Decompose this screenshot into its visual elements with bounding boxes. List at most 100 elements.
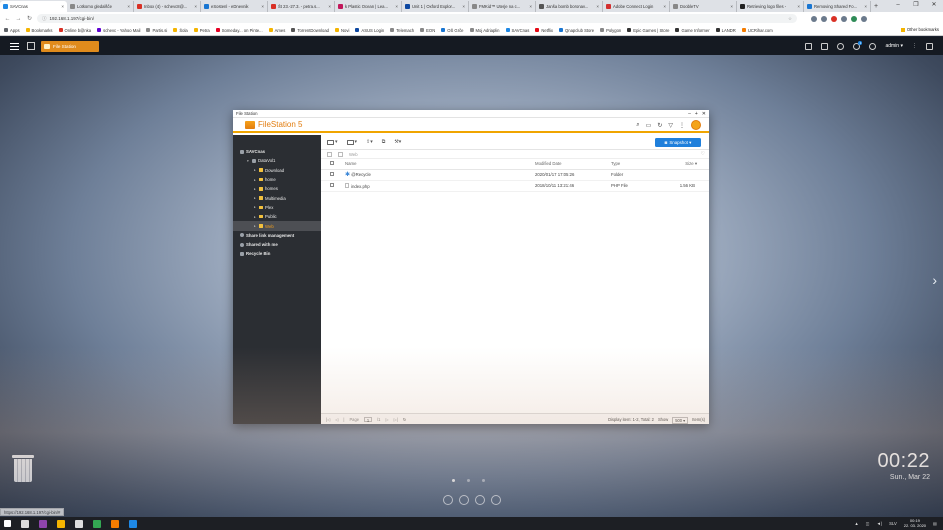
- browser-tab[interactable]: FMKid™ Uterje na c... ×: [469, 1, 536, 12]
- bookmark-item[interactable]: Apps: [4, 28, 20, 33]
- profile-avatar[interactable]: [851, 15, 857, 22]
- row-checkbox[interactable]: [330, 183, 334, 187]
- expand-arrow-icon[interactable]: ▸: [254, 196, 257, 200]
- expand-arrow-icon[interactable]: ▸: [254, 205, 257, 209]
- close-tab-icon[interactable]: ×: [596, 4, 599, 9]
- column-name[interactable]: Name: [345, 159, 535, 170]
- tree-item-homes[interactable]: ▸ homes: [233, 184, 321, 193]
- close-tab-icon[interactable]: ×: [529, 4, 532, 9]
- vlc-icon[interactable]: [111, 519, 119, 528]
- table-row[interactable]: index.php 2018/10/11 13:21:46 PHP File 1.56…: [321, 180, 709, 192]
- filter-icon[interactable]: ▽: [668, 122, 673, 129]
- extension-icon[interactable]: [841, 15, 847, 22]
- browser-tab[interactable]: Lotkomo gledalšče ×: [67, 1, 134, 12]
- bookmark-item[interactable]: Epic Games | Store: [627, 28, 669, 33]
- tree-item-public[interactable]: ▸ Public: [233, 212, 321, 221]
- forward-icon[interactable]: →: [15, 16, 22, 22]
- browser-tab[interactable]: k Plastic Ocean | Lea... ×: [335, 1, 402, 12]
- notification-icon[interactable]: [853, 40, 863, 50]
- start-icon[interactable]: [4, 520, 11, 527]
- other-bookmarks[interactable]: Other bookmarks: [900, 27, 939, 32]
- bookmark-item[interactable]: TorrentDownload: [291, 28, 329, 33]
- browser-tab[interactable]: Unit 1 | Oxford Explor... ×: [402, 1, 469, 12]
- extension-icon[interactable]: [821, 15, 827, 22]
- copy-button[interactable]: ⧉: [382, 139, 386, 145]
- bookmark-item[interactable]: ASUS Login: [355, 28, 384, 33]
- tree-item-multimedia[interactable]: ▸ Multimedia: [233, 193, 321, 202]
- bookmark-item[interactable]: Moj Adriaplin: [469, 28, 500, 33]
- tree-item-savcnas[interactable]: SAVCnas: [233, 147, 321, 156]
- snapshot-button[interactable]: ◙ Snapshot ▾: [655, 138, 701, 147]
- tree-item-home[interactable]: ▸ home: [233, 175, 321, 184]
- tree-item-shared-with-me[interactable]: Shared with me: [233, 240, 321, 249]
- maps-pin-icon[interactable]: [39, 519, 47, 528]
- search-icon[interactable]: [805, 42, 813, 50]
- main-menu-icon[interactable]: [10, 42, 19, 50]
- more-options-icon[interactable]: ⋮: [912, 43, 917, 49]
- refresh-page-icon[interactable]: ↻: [403, 417, 406, 422]
- tree-item-download[interactable]: ▸ Download: [233, 166, 321, 175]
- close-window-button[interactable]: ✕: [925, 0, 943, 10]
- dock-icon[interactable]: [491, 495, 501, 505]
- tree-item-datavol1[interactable]: ▾ DataVol1: [233, 156, 321, 165]
- items-per-page-select[interactable]: 500 ▾: [672, 417, 689, 424]
- page-input[interactable]: 1: [364, 416, 373, 423]
- tree-item-web[interactable]: ▸ Web: [233, 221, 321, 231]
- select-all-checkbox[interactable]: [330, 161, 334, 166]
- close-tab-icon[interactable]: ×: [663, 4, 666, 9]
- volume-icon[interactable]: ◄): [877, 521, 883, 526]
- expand-arrow-icon[interactable]: ▸: [254, 215, 257, 219]
- close-tab-icon[interactable]: ×: [194, 4, 197, 9]
- close-tab-icon[interactable]: ×: [127, 4, 130, 9]
- tray-icon[interactable]: ▲: [855, 521, 859, 526]
- expand-arrow-icon[interactable]: ▸: [254, 178, 257, 182]
- next-page-arrow-icon[interactable]: ›: [932, 272, 937, 288]
- bookmark-item[interactable]: Someday... on Pinte...: [215, 28, 263, 33]
- bookmark-item[interactable]: Partis.si: [146, 28, 167, 33]
- first-page-icon[interactable]: |◁: [326, 417, 330, 422]
- dock-icon[interactable]: [475, 495, 485, 505]
- page-dot[interactable]: [467, 479, 470, 482]
- bookmark-item[interactable]: Petra: [193, 28, 210, 33]
- user-menu[interactable]: admin ▾: [885, 43, 903, 49]
- dock-icon[interactable]: [459, 495, 469, 505]
- bookmark-item[interactable]: Šola: [173, 28, 188, 33]
- browser-tab[interactable]: DoobleTV ×: [670, 1, 737, 12]
- address-bar[interactable]: ⓘ 192.168.1.197/cgi-bin/ ☆: [37, 14, 797, 23]
- background-tasks-icon[interactable]: [837, 42, 845, 50]
- info-icon[interactable]: ⓘ: [42, 16, 47, 22]
- close-tab-icon[interactable]: ×: [61, 4, 64, 9]
- refresh-icon[interactable]: ↻: [657, 122, 662, 129]
- bookmark-item[interactable]: Novi: [335, 28, 349, 33]
- browser-tab[interactable]: SAVCnas ×: [0, 1, 67, 12]
- prev-page-icon[interactable]: ◁: [335, 417, 338, 422]
- browser-tab[interactable]: Št 23.-27.3. - petra.s... ×: [268, 1, 335, 12]
- create-folder-button[interactable]: ▾: [346, 139, 357, 145]
- close-tab-icon[interactable]: ×: [864, 4, 867, 9]
- bookmark-item[interactable]: LANDR: [715, 28, 736, 33]
- column-size[interactable]: Size ▾: [667, 159, 709, 170]
- back-icon[interactable]: ←: [4, 16, 11, 22]
- bookmark-item[interactable]: Netflix: [535, 28, 553, 33]
- extension-icon[interactable]: [831, 15, 837, 22]
- expand-arrow-icon[interactable]: ▸: [254, 168, 257, 172]
- view-mode-button[interactable]: ▾: [327, 139, 338, 145]
- last-page-icon[interactable]: ▷|: [394, 417, 398, 422]
- storage-icon[interactable]: [821, 42, 829, 50]
- chrome-icon[interactable]: [93, 519, 101, 528]
- bookmark-item[interactable]: Telemach: [390, 28, 414, 33]
- bookmark-item[interactable]: SAVCnas: [505, 28, 529, 33]
- close-tab-icon[interactable]: ×: [462, 4, 465, 9]
- bookmark-item[interactable]: Game Informer: [675, 28, 710, 33]
- file-station-task-tab[interactable]: File Station: [41, 40, 99, 52]
- bookmark-item[interactable]: Polygon: [600, 28, 621, 33]
- taskbar-clock[interactable]: 00:19 22. 03. 2020: [904, 518, 926, 528]
- maximize-icon[interactable]: +: [695, 111, 698, 117]
- bookmark-item[interactable]: UCRihar.com: [741, 28, 773, 33]
- edge-icon[interactable]: [129, 519, 137, 528]
- user-icon[interactable]: [869, 42, 877, 50]
- expand-arrow-icon[interactable]: ▸: [254, 187, 257, 191]
- reload-icon[interactable]: ↻: [26, 15, 33, 22]
- tree-item-recycle-bin[interactable]: Recycle Bin: [233, 249, 321, 258]
- bookmark-item[interactable]: Qnapclub Store: [558, 28, 594, 33]
